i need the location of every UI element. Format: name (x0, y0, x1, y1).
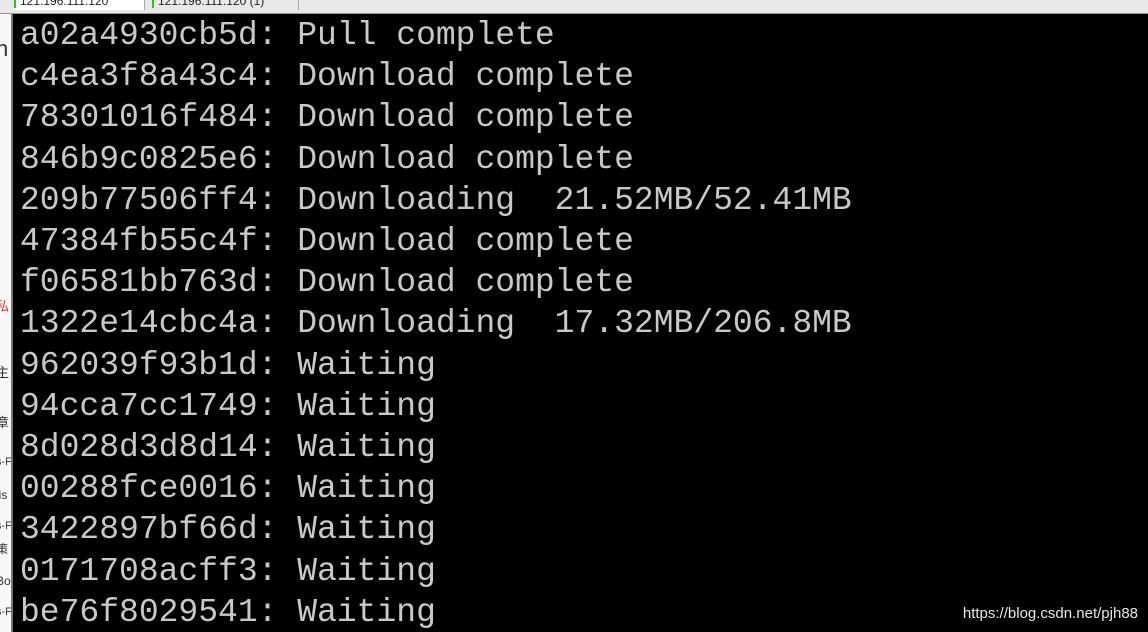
fragment: 私 (0, 299, 10, 314)
fragment: n (0, 36, 9, 61)
terminal-line: 3422897bf66d: Waiting (20, 511, 436, 549)
terminal-line: a02a4930cb5d: Pull complete (20, 17, 555, 54)
fragment: 策 (0, 542, 9, 556)
fragment: Bo (0, 574, 11, 588)
terminal-line: 846b9c0825e6: Download complete (20, 140, 634, 178)
connected-indicator-icon (14, 0, 16, 8)
terminal-line: c4ea3f8a43c4: Download complete (20, 58, 634, 96)
terminal-output[interactable]: a02a4930cb5d: Pull complete c4ea3f8a43c4:… (13, 14, 1148, 632)
tab-label: 121.196.111.120 (20, 0, 109, 8)
connected-indicator-icon (152, 0, 154, 8)
terminal-line: 78301016f484: Download complete (20, 99, 634, 137)
fragment: 主 (0, 365, 10, 380)
fragment: s-F (0, 520, 11, 532)
tab-label: 121.196.111.120 (1) (158, 0, 265, 8)
fragment: 章 (0, 415, 10, 430)
terminal-line: 0171708acff3: Waiting (20, 552, 436, 590)
terminal-line: 209b77506ff4: Downloading 21.52MB/52.41M… (20, 181, 852, 219)
terminal-line: be76f8029541: Waiting (20, 593, 436, 631)
terminal-line: 47384fb55c4f: Download complete (20, 223, 634, 260)
tab-session-1[interactable]: 121.196.111.120 (14, 0, 145, 10)
fragment: s-F (0, 606, 11, 618)
terminal-line: f06581bb763d: Download complete (20, 264, 634, 302)
tab-session-2[interactable]: 121.196.111.120 (1) (152, 0, 299, 10)
terminal-line: 00288fce0016: Waiting (20, 470, 436, 508)
fragment: lis (0, 488, 8, 502)
terminal-line: 1322e14cbc4a: Downloading 17.32MB/206.8M… (20, 305, 852, 343)
terminal-line: 962039f93b1d: Waiting (20, 346, 436, 384)
background-window-strip: n 私 主 章 s-F lis s-F 策 Bo s-F (0, 14, 11, 632)
terminal-line: 8d028d3d8d14: Waiting (20, 429, 436, 466)
fragment: s-F (0, 456, 11, 468)
session-tab-bar: 121.196.111.120 121.196.111.120 (1) (0, 0, 1148, 14)
terminal-line: 94cca7cc1749: Waiting (20, 387, 436, 425)
watermark: https://blog.csdn.net/pjh88 (962, 605, 1138, 622)
